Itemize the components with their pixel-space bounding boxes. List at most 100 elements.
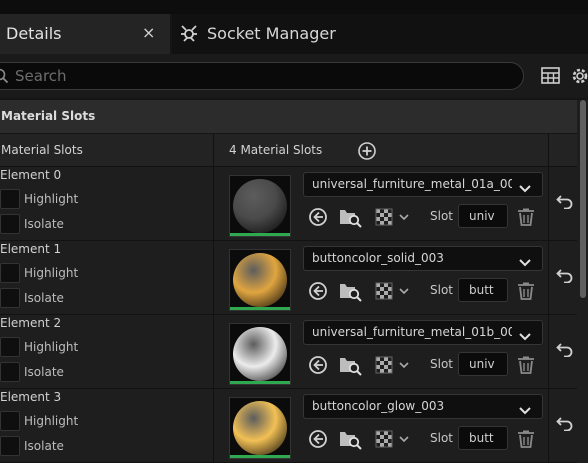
isolate-label: Isolate [24, 365, 64, 379]
search-input[interactable]: Search [0, 62, 524, 90]
material-element-2: Element 2 Highlight Isolate universal_furni… [0, 315, 577, 389]
browse-icon[interactable] [339, 354, 363, 380]
tab-details[interactable]: Details × [0, 14, 170, 54]
slot-name-input[interactable]: butt [458, 278, 508, 302]
chevron-down-icon [518, 253, 532, 272]
material-element-1: Element 1 Highlight Isolate buttoncolor_sol… [0, 241, 577, 315]
tab-details-label: Details [6, 24, 62, 43]
toolbar: Search [0, 54, 588, 98]
material-name: universal_furniture_metal_01b_003 [312, 325, 512, 339]
material-picker-combo[interactable]: universal_furniture_metal_01a_003 [303, 172, 543, 197]
material-element-0: Element 0 Highlight Isolate universal_furni… [0, 167, 577, 241]
material-slots-row: Material Slots 4 Material Slots [0, 134, 577, 167]
material-name: buttoncolor_glow_003 [312, 399, 445, 413]
slot-label: Slot [430, 431, 453, 445]
material-preview-sphere [233, 179, 287, 233]
tab-socket-manager-label: Socket Manager [207, 24, 336, 43]
material-preview-sphere [233, 253, 287, 307]
material-type-bar [230, 455, 290, 458]
highlight-checkbox[interactable] [0, 411, 20, 431]
reset-icon[interactable] [556, 193, 574, 213]
material-preview-sphere [233, 327, 287, 381]
slot-label: Slot [430, 209, 453, 223]
element-name: Element 0 [0, 168, 62, 182]
use-selected-icon[interactable] [308, 281, 328, 305]
tab-socket-manager[interactable]: Socket Manager [172, 14, 588, 54]
trash-icon[interactable] [516, 207, 536, 231]
highlight-label: Highlight [24, 192, 79, 206]
highlight-checkbox[interactable] [0, 337, 20, 357]
search-placeholder: Search [15, 67, 67, 85]
material-element-3: Element 3 Highlight Isolate buttoncolor_glo… [0, 389, 577, 463]
column-divider-reset [548, 134, 549, 463]
slot-name-input[interactable]: univ [458, 352, 508, 376]
trash-icon[interactable] [516, 355, 536, 379]
material-name: universal_furniture_metal_01a_003 [312, 177, 512, 191]
gear-icon[interactable] [570, 66, 588, 90]
highlight-checkbox[interactable] [0, 189, 20, 209]
chevron-down-icon [518, 401, 532, 420]
material-thumbnail[interactable] [229, 323, 291, 385]
browse-icon[interactable] [339, 428, 363, 454]
slot-name-input[interactable]: butt [458, 426, 508, 450]
checker-icon[interactable] [374, 429, 412, 453]
category-title: Material Slots [1, 109, 96, 123]
use-selected-icon[interactable] [308, 355, 328, 379]
socket-icon [178, 22, 200, 48]
slot-name-value: univ [469, 209, 495, 223]
material-picker-combo[interactable]: universal_furniture_metal_01b_003 [303, 320, 543, 345]
isolate-label: Isolate [24, 291, 64, 305]
slot-label: Slot [430, 283, 453, 297]
slot-name-input[interactable]: univ [458, 204, 508, 228]
use-selected-icon[interactable] [308, 429, 328, 453]
material-preview-sphere [233, 401, 287, 455]
add-icon[interactable] [357, 141, 377, 165]
chevron-down-icon [518, 179, 532, 198]
element-name: Element 1 [0, 242, 62, 256]
material-thumbnail[interactable] [229, 175, 291, 237]
reset-icon[interactable] [556, 267, 574, 287]
isolate-label: Isolate [24, 439, 64, 453]
highlight-label: Highlight [24, 414, 79, 428]
slot-label: Slot [430, 357, 453, 371]
material-slots-label: Material Slots [1, 143, 83, 157]
browse-icon[interactable] [339, 280, 363, 306]
checker-icon[interactable] [374, 355, 412, 379]
browse-icon[interactable] [339, 206, 363, 232]
slot-name-value: butt [469, 431, 494, 445]
material-thumbnail[interactable] [229, 249, 291, 311]
chevron-down-icon [518, 327, 532, 346]
material-slots-count: 4 Material Slots [229, 143, 323, 157]
material-picker-combo[interactable]: buttoncolor_glow_003 [303, 394, 543, 419]
reset-icon[interactable] [556, 415, 574, 435]
isolate-label: Isolate [24, 217, 64, 231]
element-name: Element 2 [0, 316, 62, 330]
highlight-checkbox[interactable] [0, 263, 20, 283]
slot-name-value: butt [469, 283, 494, 297]
isolate-checkbox[interactable] [0, 214, 20, 234]
material-thumbnail[interactable] [229, 397, 291, 459]
highlight-label: Highlight [24, 340, 79, 354]
checker-icon[interactable] [374, 281, 412, 305]
category-header-material-slots[interactable]: Material Slots [0, 100, 577, 133]
element-name: Element 3 [0, 390, 62, 404]
table-icon[interactable] [541, 67, 560, 88]
close-icon[interactable]: × [142, 23, 155, 42]
isolate-checkbox[interactable] [0, 362, 20, 382]
material-name: buttoncolor_solid_003 [312, 251, 444, 265]
material-type-bar [230, 233, 290, 236]
slot-name-value: univ [469, 357, 495, 371]
column-divider[interactable] [213, 134, 214, 463]
material-type-bar [230, 381, 290, 384]
trash-icon[interactable] [516, 281, 536, 305]
checker-icon[interactable] [374, 207, 412, 231]
use-selected-icon[interactable] [308, 207, 328, 231]
highlight-label: Highlight [24, 266, 79, 280]
scrollbar-thumb[interactable] [580, 100, 586, 298]
reset-icon[interactable] [556, 341, 574, 361]
trash-icon[interactable] [516, 429, 536, 453]
isolate-checkbox[interactable] [0, 288, 20, 308]
material-picker-combo[interactable]: buttoncolor_solid_003 [303, 246, 543, 271]
isolate-checkbox[interactable] [0, 436, 20, 456]
top-strip [0, 0, 588, 14]
